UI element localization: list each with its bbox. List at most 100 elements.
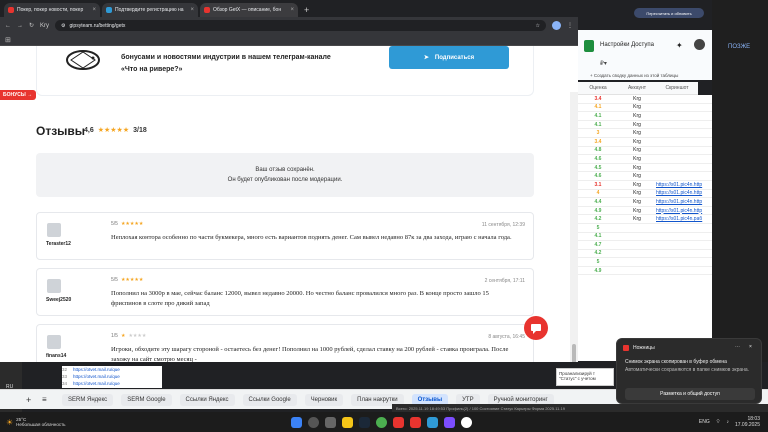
back-icon[interactable]: ←	[5, 23, 11, 29]
sheet-tab[interactable]: Ссылки Google	[242, 393, 297, 406]
cell-account[interactable]: Krg	[618, 130, 656, 136]
close-icon[interactable]: ×	[190, 7, 194, 13]
cell-score[interactable]: 4.6	[578, 156, 618, 162]
sheet-row[interactable]: 4.5 Krg	[578, 164, 712, 173]
sheet-row[interactable]: 4.6 Krg	[578, 155, 712, 164]
search-icon[interactable]	[308, 416, 319, 428]
account-avatar[interactable]	[694, 39, 705, 50]
sheet-row[interactable]: 4.6 Krg	[578, 172, 712, 181]
cell-score[interactable]: 4.9	[578, 268, 618, 274]
row-url[interactable]: https://otvet.mail.ru/que	[73, 381, 120, 386]
bonus-tag[interactable]: БОНУСЫ →	[0, 90, 36, 100]
sheet-row[interactable]: 4.8 Krg	[578, 147, 712, 156]
cell-score[interactable]: 3.4	[578, 139, 618, 145]
cell-score[interactable]: 4.1	[578, 113, 618, 119]
app-icon[interactable]	[444, 416, 455, 428]
cell-account[interactable]: Krg	[618, 199, 656, 205]
cell-score[interactable]: 4.7	[578, 242, 618, 248]
side-panel-label[interactable]: ПОЗЖЕ	[728, 44, 750, 50]
reload-icon[interactable]: ↻	[29, 22, 34, 29]
cell-account[interactable]: Krg	[618, 96, 656, 102]
sheet-row[interactable]: 3.1 Krg https://s01.pic4n.http	[578, 181, 712, 190]
wifi-icon[interactable]: ⌔	[716, 419, 721, 425]
doc-title[interactable]: Настройки Доступа	[600, 42, 654, 48]
cell-score[interactable]: 4	[578, 190, 618, 196]
add-sheet-icon[interactable]: +	[26, 395, 31, 405]
sheet-tab[interactable]: SERM Google	[121, 393, 172, 406]
volume-icon[interactable]: ♪	[726, 419, 729, 425]
cell-account[interactable]: Krg	[618, 147, 656, 153]
sheet-tab[interactable]: Черновик	[304, 393, 344, 406]
sheet-row[interactable]: 4.2	[578, 250, 712, 259]
forward-icon[interactable]: →	[17, 23, 23, 29]
filter-icon[interactable]: ₽▾	[600, 60, 607, 67]
site-info-icon[interactable]: ⚙	[61, 23, 65, 29]
toast-close-icon[interactable]: ×	[749, 344, 752, 350]
steam-icon[interactable]	[359, 416, 370, 428]
cell-screenshot-link[interactable]: https://s01.pic4n.http	[656, 208, 712, 214]
cell-screenshot-link[interactable]: https://s01.pic4n.http	[656, 199, 712, 205]
app-icon[interactable]	[393, 416, 404, 428]
cell-score[interactable]: 4.8	[578, 147, 618, 153]
cell-score[interactable]: 4.1	[578, 104, 618, 110]
cell-score[interactable]: 5	[578, 259, 618, 265]
file-explorer-icon[interactable]	[342, 416, 353, 428]
cell-score[interactable]: 4.9	[578, 208, 618, 214]
scrollbar-thumb[interactable]	[572, 344, 576, 362]
browser-tab-3[interactable]: Обзор GetX — описание, бон ×	[200, 3, 298, 17]
cell-screenshot-link[interactable]: https://s01.pic4n.http	[656, 182, 712, 188]
row-url[interactable]: https://otvet.mail.ru/que	[73, 367, 120, 372]
cell-account[interactable]: Krg	[618, 173, 656, 179]
sheet-row[interactable]: 4.4 Krg https://s01.pic4n.http	[578, 198, 712, 207]
telegram-subscribe-button[interactable]: ➤ Подписаться	[389, 46, 509, 69]
close-icon[interactable]: ×	[92, 7, 96, 13]
cell-score[interactable]: 3.4	[578, 96, 618, 102]
cell-score[interactable]: 4.6	[578, 173, 618, 179]
cell-score[interactable]: 5	[578, 225, 618, 231]
cell-account[interactable]: Krg	[618, 139, 656, 145]
clock[interactable]: 18:03 17.09.2025	[735, 416, 760, 428]
column-header-F[interactable]: Скриншот	[656, 82, 698, 95]
close-icon[interactable]: ×	[290, 7, 294, 13]
sheet-row[interactable]: 4.1 Krg	[578, 112, 712, 121]
cell-account[interactable]: Krg	[618, 216, 656, 222]
column-header-D[interactable]: Оценка	[578, 82, 618, 95]
column-header-E[interactable]: Аккаунт	[618, 82, 656, 95]
sheet-row[interactable]: 4.1 Krg	[578, 121, 712, 130]
address-bar[interactable]: ⚙ gipsyteam.ru/betting/getx ☆	[55, 20, 546, 31]
cell-account[interactable]: Krg	[618, 182, 656, 188]
cell-screenshot-link[interactable]: https://s01.pic4n.http	[656, 190, 712, 196]
menu-icon[interactable]: ⋮	[567, 22, 573, 29]
apps-grid-icon[interactable]: ⊞	[5, 36, 11, 44]
telegram-icon[interactable]	[427, 416, 438, 428]
app-icon[interactable]	[410, 416, 421, 428]
page-scrollbar[interactable]	[570, 92, 578, 362]
cell-account[interactable]: Krg	[618, 165, 656, 171]
sheet-tab[interactable]: Ссылки Яндекс	[179, 393, 235, 406]
start-icon[interactable]	[291, 416, 302, 428]
sheet-row[interactable]: 4.9 Krg https://s01.pic4n.http	[578, 207, 712, 216]
cell-account[interactable]: Krg	[618, 156, 656, 162]
cell-account[interactable]: Krg	[618, 104, 656, 110]
cell-account[interactable]: Krg	[618, 122, 656, 128]
extension-label[interactable]: Kry	[40, 23, 49, 29]
refresh-button[interactable]: Пересчитать и обновить	[634, 8, 704, 18]
chrome-icon[interactable]	[376, 416, 387, 428]
cell-score[interactable]: 4.1	[578, 233, 618, 239]
sheet-row[interactable]: 5	[578, 258, 712, 267]
cell-score[interactable]: 4.1	[578, 122, 618, 128]
review-author[interactable]: Sweej2520	[46, 297, 71, 303]
cell-score[interactable]: 3	[578, 130, 618, 136]
cell-score[interactable]: 4.2	[578, 250, 618, 256]
review-author[interactable]: finans14	[46, 353, 66, 359]
toast-more-icon[interactable]: ⋯	[735, 344, 740, 350]
cell-account[interactable]: Krg	[618, 208, 656, 214]
cell-screenshot-link[interactable]: https://s01.pic4n.раб	[656, 216, 712, 222]
cell-score[interactable]: 4.5	[578, 165, 618, 171]
gemini-icon[interactable]: ✦	[676, 41, 683, 50]
task-view-icon[interactable]	[325, 416, 336, 428]
review-author[interactable]: Teraster12	[46, 241, 71, 247]
markup-share-button[interactable]: Разметка и общий доступ	[625, 388, 755, 400]
sheet-row[interactable]: 3.4 Krg	[578, 95, 712, 104]
cell-score[interactable]: 3.1	[578, 182, 618, 188]
